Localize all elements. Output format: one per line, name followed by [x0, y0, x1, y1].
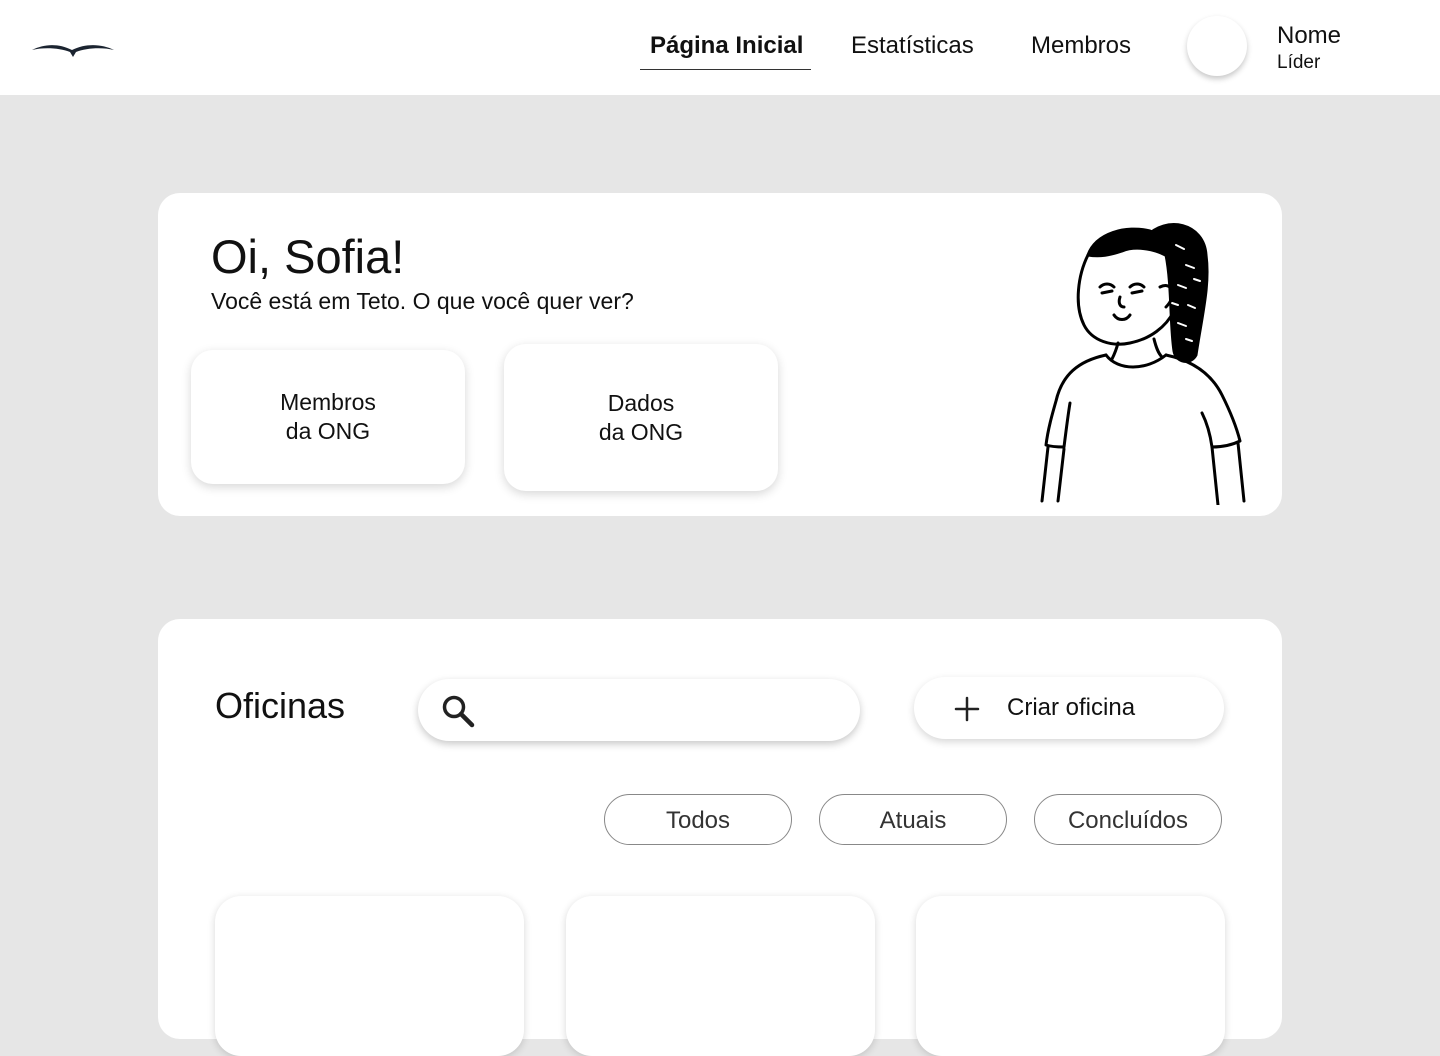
workshops-card: Oficinas Criar oficina Todos Atuais Conc… [158, 619, 1282, 1056]
greeting-subtitle: Você está em Teto. O que você quer ver? [211, 288, 634, 314]
filter-current[interactable]: Atuais [819, 794, 1007, 845]
workshops-title: Oficinas [215, 685, 346, 726]
search-input[interactable] [490, 689, 844, 733]
nav-members[interactable]: Membros [1031, 32, 1131, 60]
search-box[interactable] [418, 679, 860, 741]
greeting-title: Oi, Sofia! [211, 230, 405, 283]
ngo-data-card[interactable]: Dados da ONG [504, 344, 778, 491]
user-name: Nome [1277, 22, 1342, 49]
nav-active-underline [640, 69, 811, 70]
user-role: Líder [1277, 52, 1321, 73]
bird-logo-icon[interactable] [30, 38, 116, 60]
ngo-members-label-line1: Membros [280, 389, 376, 415]
nav-home[interactable]: Página Inicial [650, 32, 803, 60]
welcome-card: Oi, Sofia! Você está em Teto. O que você… [158, 193, 1282, 516]
ngo-data-label-line2: da ONG [598, 418, 684, 445]
ngo-members-card[interactable]: Membros da ONG [191, 350, 465, 484]
girl-illustration [1040, 223, 1246, 505]
filter-all[interactable]: Todos [604, 794, 792, 845]
workshop-card[interactable] [215, 896, 524, 1056]
search-icon [442, 695, 475, 728]
create-workshop-label: Criar oficina [1007, 694, 1136, 721]
ngo-data-label-line1: Dados [607, 389, 675, 416]
workshop-card[interactable] [566, 896, 875, 1056]
ngo-members-label-line2: da ONG [285, 418, 371, 444]
create-workshop-button[interactable]: Criar oficina [914, 677, 1224, 739]
top-navigation-bar: Página Inicial Estatísticas Membros Nome… [0, 0, 1440, 95]
plus-icon [954, 696, 980, 722]
workshop-card[interactable] [916, 896, 1225, 1056]
avatar[interactable] [1187, 16, 1247, 76]
nav-statistics[interactable]: Estatísticas [851, 32, 974, 60]
filter-completed[interactable]: Concluídos [1034, 794, 1222, 845]
